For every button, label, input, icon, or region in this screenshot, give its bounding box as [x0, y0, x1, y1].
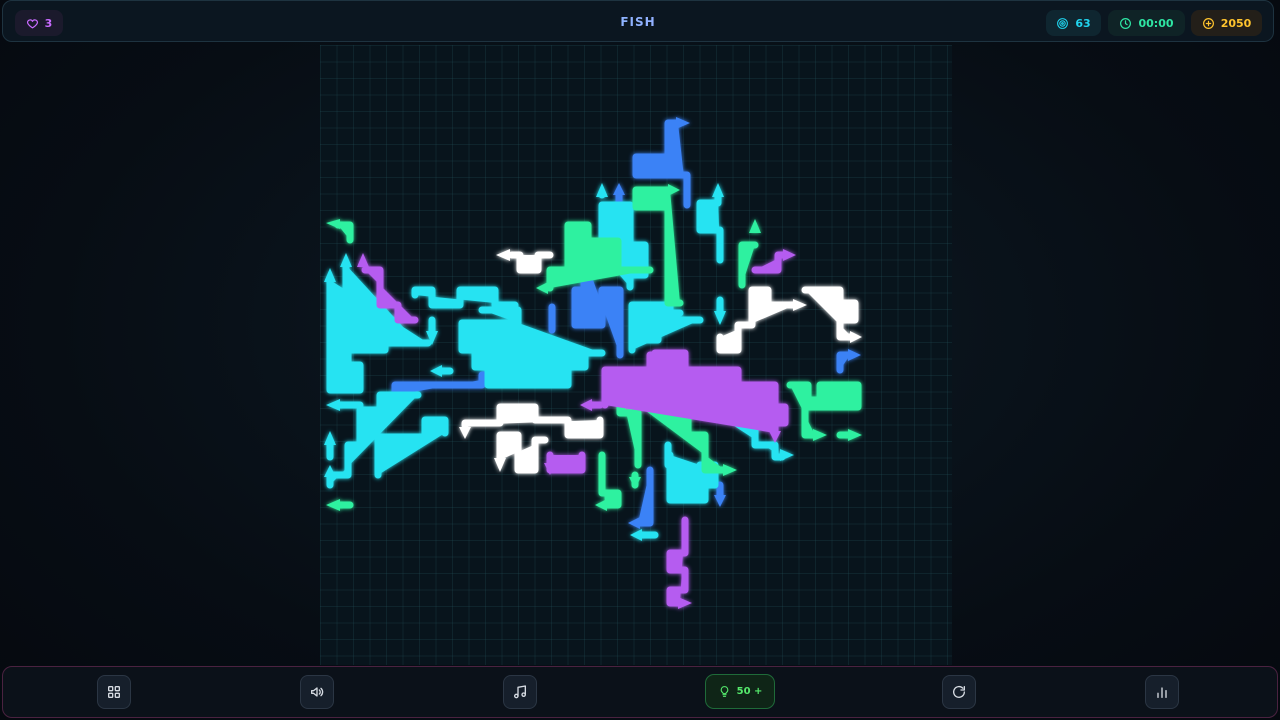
restart-button[interactable] [942, 675, 976, 709]
arrow-head[interactable] [749, 219, 761, 233]
arrow-path[interactable] [411, 286, 519, 309]
arrow-head[interactable] [714, 311, 726, 325]
coin-plus-icon [1202, 17, 1214, 29]
arrow-head[interactable] [676, 117, 690, 129]
coins-value: 2050 [1220, 16, 1252, 30]
arrow-head[interactable] [326, 399, 340, 411]
arrow-path[interactable] [496, 431, 549, 474]
moves-value: 63 [1075, 16, 1091, 30]
arrow-path[interactable] [461, 403, 604, 439]
arrow-head[interactable] [723, 464, 737, 476]
hint-cost: 50 + [736, 686, 763, 697]
arrow-head[interactable] [324, 431, 336, 445]
arrow-path[interactable] [696, 191, 724, 264]
arrow-head[interactable] [769, 431, 781, 443]
arrow-head[interactable] [324, 465, 336, 477]
clock-icon [1120, 17, 1132, 29]
game-board[interactable] [320, 45, 952, 665]
target-icon [1057, 17, 1069, 29]
music-button[interactable] [503, 675, 537, 709]
arrow-head[interactable] [595, 499, 607, 511]
bar-chart-icon [1157, 687, 1167, 698]
arrow-head[interactable] [580, 399, 592, 411]
arrow-path[interactable] [801, 286, 859, 341]
arrow-head[interactable] [783, 249, 796, 261]
arrow-head[interactable] [850, 331, 862, 343]
arrow-head[interactable] [813, 429, 827, 441]
top-bar: 3 FISH 63 00:00 2050 [2, 0, 1274, 42]
arrow-head[interactable] [793, 299, 807, 311]
arrow-head[interactable] [630, 529, 642, 541]
arrow-head[interactable] [848, 429, 862, 441]
arrow-head[interactable] [430, 365, 442, 377]
timer-display: 00:00 [1108, 10, 1185, 36]
arrow-path[interactable] [751, 251, 789, 274]
arrow-paths[interactable] [320, 45, 952, 665]
arrow-head[interactable] [494, 458, 506, 472]
bottom-bar: 50 + [2, 666, 1278, 718]
arrow-head[interactable] [712, 183, 724, 197]
arrow-path[interactable] [786, 381, 862, 439]
arrow-path[interactable] [508, 251, 554, 274]
restart-icon [953, 685, 965, 698]
moves-counter: 63 [1046, 10, 1101, 36]
arrow-head[interactable] [326, 219, 340, 229]
arrow-head[interactable] [496, 249, 510, 261]
arrow-head[interactable] [340, 253, 352, 267]
arrow-head[interactable] [357, 253, 369, 267]
arrow-head[interactable] [629, 477, 641, 489]
arrow-path[interactable] [738, 241, 759, 289]
arrow-head[interactable] [324, 268, 336, 282]
arrow-head[interactable] [668, 184, 680, 196]
coins-counter[interactable]: 2050 [1191, 10, 1262, 36]
arrow-path[interactable] [628, 301, 704, 354]
music-note-icon [514, 685, 526, 699]
arrow-path[interactable] [374, 416, 449, 479]
hint-button[interactable]: 50 + [705, 674, 775, 709]
speaker-icon [311, 687, 324, 697]
arrow-head[interactable] [848, 349, 861, 361]
arrow-path[interactable] [546, 451, 586, 474]
arrow-head[interactable] [613, 183, 625, 195]
lightbulb-icon [720, 686, 728, 697]
arrow-head[interactable] [678, 597, 692, 609]
menu-button[interactable] [97, 675, 131, 709]
sound-button[interactable] [300, 675, 334, 709]
stats-button[interactable] [1145, 675, 1179, 709]
arrow-head[interactable] [536, 282, 548, 294]
arrow-head[interactable] [596, 183, 608, 197]
arrow-head[interactable] [628, 517, 640, 529]
arrow-path[interactable] [598, 451, 622, 509]
arrow-head[interactable] [780, 449, 794, 461]
timer-value: 00:00 [1138, 16, 1174, 30]
grid-icon [108, 686, 120, 698]
arrow-path[interactable] [666, 516, 689, 607]
arrow-head[interactable] [326, 499, 340, 511]
arrow-head[interactable] [714, 495, 726, 507]
arrow-head[interactable] [459, 427, 471, 439]
arrow-path[interactable] [716, 286, 799, 354]
game-screen: 3 FISH 63 00:00 2050 [0, 0, 1280, 720]
